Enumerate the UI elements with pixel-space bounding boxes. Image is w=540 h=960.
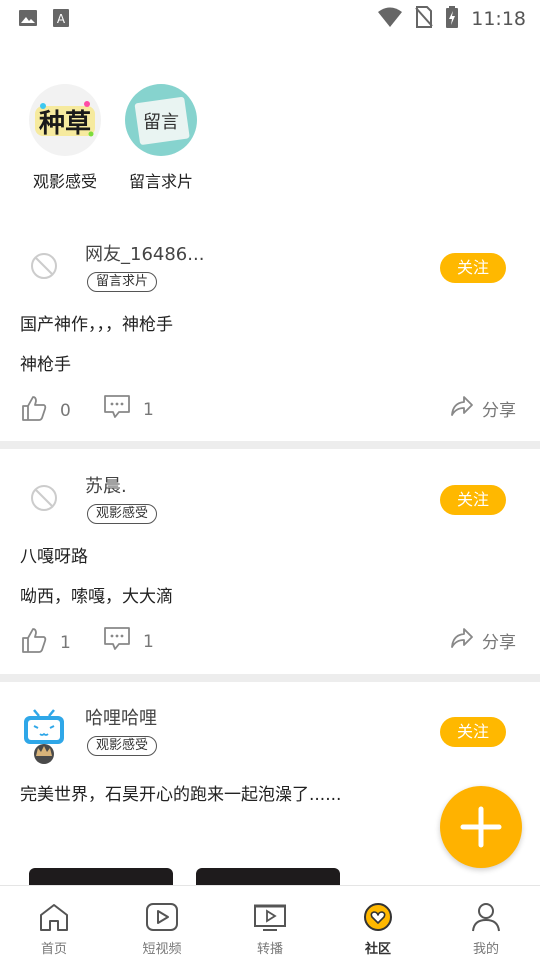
topic-row: 种草 观影感受 留言 留言求片 [0, 84, 540, 194]
divider [0, 674, 540, 682]
comment-count: 1 [143, 399, 154, 420]
post-text: 完美世界，石昊开心的跑来一起泡澡了...... [20, 785, 342, 805]
topic-request[interactable]: 留言 留言求片 [113, 84, 209, 192]
username[interactable]: 苏晨. [85, 472, 127, 498]
share-button[interactable]: 分享 [450, 626, 516, 655]
like-button[interactable]: 0 [20, 394, 71, 427]
profile-icon [472, 903, 500, 932]
topic-viewing[interactable]: 种草 观影感受 [17, 84, 113, 192]
status-bar: A 11:18 [0, 0, 540, 36]
avatar-bilibili-tv[interactable] [20, 708, 68, 764]
no-sim-icon [415, 6, 433, 32]
username[interactable]: 哈哩哈哩 [85, 704, 157, 730]
tab-label: 首页 [40, 942, 67, 957]
post-actions: 0 1 分享 [0, 394, 540, 424]
post-text: 神枪手 [20, 355, 71, 375]
tab-short-video[interactable]: 短视频 [122, 902, 202, 957]
like-button[interactable]: 1 [20, 626, 71, 659]
topic-tag[interactable]: 观影感受 [87, 504, 158, 524]
topic-label: 观影感受 [32, 172, 97, 191]
topic-image: 种草 [29, 84, 101, 156]
like-count: 1 [60, 632, 71, 653]
comment-icon [103, 626, 131, 657]
text-notification-icon: A [52, 8, 70, 32]
community-icon [364, 903, 392, 931]
post-text: 呦西，嗦嘎，大大滴 [20, 587, 173, 607]
tab-label: 社区 [364, 942, 391, 957]
tab-home[interactable]: 首页 [14, 902, 94, 957]
topic-image: 留言 [125, 84, 197, 156]
home-icon [40, 904, 68, 931]
topic-tag[interactable]: 观影感受 [87, 736, 158, 756]
username[interactable]: 网友_16486... [85, 240, 204, 266]
avatar-placeholder[interactable] [20, 474, 68, 522]
share-icon [450, 626, 474, 655]
clock: 11:18 [471, 8, 526, 30]
like-count: 0 [60, 400, 71, 421]
post-card: 网友_16486... 留言求片 关注 国产神作，，，神枪手 神枪手 0 1 分… [0, 236, 540, 442]
thumbs-up-icon [20, 626, 48, 659]
plus-icon [460, 806, 502, 848]
thumbs-up-icon [20, 394, 48, 427]
post-text: 国产神作，，，神枪手 [20, 315, 173, 335]
wifi-icon [377, 6, 403, 32]
post-card: 苏晨. 观影感受 关注 八嘎呀路 呦西，嗦嘎，大大滴 1 1 分享 [0, 468, 540, 674]
share-label: 分享 [482, 633, 516, 653]
comment-button[interactable]: 1 [103, 394, 154, 425]
image-notification-icon [18, 8, 38, 32]
follow-button[interactable]: 关注 [440, 717, 506, 747]
tab-profile[interactable]: 我的 [446, 902, 526, 957]
svg-text:种草: 种草 [39, 109, 91, 139]
comment-button[interactable]: 1 [103, 626, 154, 657]
share-button[interactable]: 分享 [450, 394, 516, 423]
battery-charging-icon [445, 6, 459, 32]
topic-tag[interactable]: 留言求片 [87, 272, 158, 292]
bottom-tab-bar: 首页 短视频 转播 社区 我的 [0, 885, 540, 960]
comment-icon [103, 394, 131, 425]
svg-text:A: A [57, 12, 66, 26]
tab-label: 短视频 [142, 942, 182, 957]
comment-count: 1 [143, 631, 154, 652]
divider [0, 441, 540, 449]
follow-button[interactable]: 关注 [440, 485, 506, 515]
share-icon [450, 394, 474, 423]
svg-text:留言: 留言 [143, 112, 179, 133]
avatar-placeholder[interactable] [20, 242, 68, 290]
share-label: 分享 [482, 401, 516, 421]
add-post-button[interactable] [440, 786, 522, 868]
tab-broadcast[interactable]: 转播 [230, 902, 310, 957]
post-actions: 1 1 分享 [0, 626, 540, 656]
topic-label: 留言求片 [128, 172, 193, 191]
play-icon [146, 903, 178, 931]
tab-label: 我的 [472, 942, 499, 957]
tab-community[interactable]: 社区 [338, 902, 418, 957]
post-text: 八嘎呀路 [20, 547, 88, 567]
tab-label: 转播 [256, 942, 283, 957]
tv-icon [254, 904, 286, 931]
follow-button[interactable]: 关注 [440, 253, 506, 283]
